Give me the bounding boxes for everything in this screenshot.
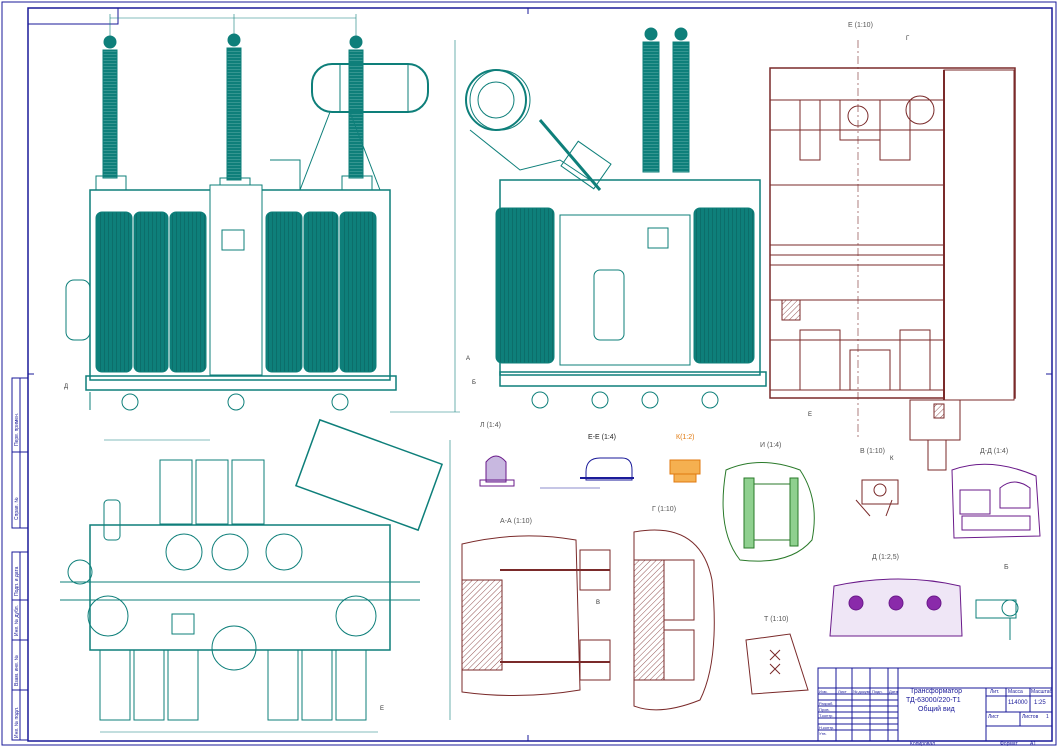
view-i-detail: [722, 462, 815, 562]
mark-k: К: [890, 456, 894, 462]
label-view-t: Т (1:10): [764, 616, 789, 623]
top-view: [60, 418, 444, 721]
view-d-detail: [829, 578, 963, 637]
view-v-detail: [855, 479, 899, 517]
format-value: А1: [1030, 741, 1037, 747]
label-view-g: Г (1:10): [652, 506, 677, 513]
mark-ee: Е: [380, 706, 385, 712]
title-line2: ТД-63000/220-Т1: [906, 697, 961, 704]
mark-e: Е: [808, 412, 813, 418]
role-approve: Утв.: [819, 731, 827, 736]
top-dimensions: [100, 439, 451, 733]
col-doc: № докум.: [853, 689, 871, 694]
section-aa-detail: [461, 535, 611, 697]
sheets-value: 1: [1046, 714, 1049, 720]
side-podp-data: Подп. и дата: [14, 566, 20, 596]
mark-v: В: [596, 600, 601, 606]
label-view-b: Б: [1004, 564, 1009, 571]
role-ncontr: Н.контр.: [819, 725, 835, 730]
section-ee-detail: [540, 457, 634, 489]
view-t-detail: [745, 633, 809, 695]
header-scale: Масштаб: [1031, 689, 1053, 695]
title-line3: Общий вид: [918, 706, 955, 713]
front-view: [65, 33, 429, 411]
side-view: [465, 27, 767, 409]
copied-label: Копировал: [910, 741, 936, 747]
sheets-label: Листов: [1022, 714, 1039, 720]
label-view-l: Л (1:4): [480, 422, 501, 429]
mark-b: Б: [472, 380, 476, 386]
mark-d: Д: [64, 384, 69, 390]
label-section-dd: Д-Д (1:4): [980, 448, 1009, 455]
role-dev: Разраб.: [819, 701, 834, 706]
side-vzam-inv: Взам. инв. №: [14, 655, 20, 686]
header-mass: Масса: [1008, 689, 1023, 695]
label-view-v: В (1:10): [860, 448, 885, 455]
mark-g: Г: [906, 36, 910, 42]
sheet-label: Лист: [988, 714, 999, 720]
role-check: Пров.: [819, 707, 830, 712]
side-sprav: Справ. №: [14, 497, 20, 520]
label-view-d: Д (1:2,5): [872, 554, 899, 561]
view-b-detail: [975, 599, 1019, 640]
section-e-view: [769, 40, 1016, 471]
col-date: Дата: [889, 689, 898, 694]
view-k-detail: [669, 459, 701, 483]
col-list: Лист: [838, 689, 847, 694]
side-perv-primen: Перв. примен.: [14, 412, 20, 446]
mass-value: 114000: [1008, 700, 1028, 706]
col-sign: Подп.: [872, 689, 883, 694]
header-lit: Лит.: [990, 689, 1000, 695]
label-view-k: К(1:2): [676, 434, 695, 441]
view-l-detail: [479, 455, 515, 487]
label-section-e: Е (1:10): [848, 22, 873, 29]
role-tcontr: Т.контр.: [819, 713, 834, 718]
title-line1: Трансформатор: [910, 688, 963, 695]
mark-a: А: [466, 356, 471, 362]
section-dd-detail: [951, 463, 1041, 539]
side-inv-dubl: Инв. № дубл.: [14, 605, 20, 636]
view-g-detail: [633, 529, 715, 711]
label-section-ee: Е-Е (1:4): [588, 434, 617, 441]
format-label: Формат: [1000, 741, 1018, 747]
col-izm: Изм.: [819, 689, 828, 694]
scale-value: 1:25: [1034, 700, 1046, 706]
label-view-i: И (1:4): [760, 442, 782, 449]
top-left-stamp: [27, 7, 119, 25]
drawing-sheet: [1, 1, 1057, 746]
side-inv-podl: Инв. № подл.: [14, 706, 20, 738]
label-section-aa: А-А (1:10): [500, 518, 532, 525]
